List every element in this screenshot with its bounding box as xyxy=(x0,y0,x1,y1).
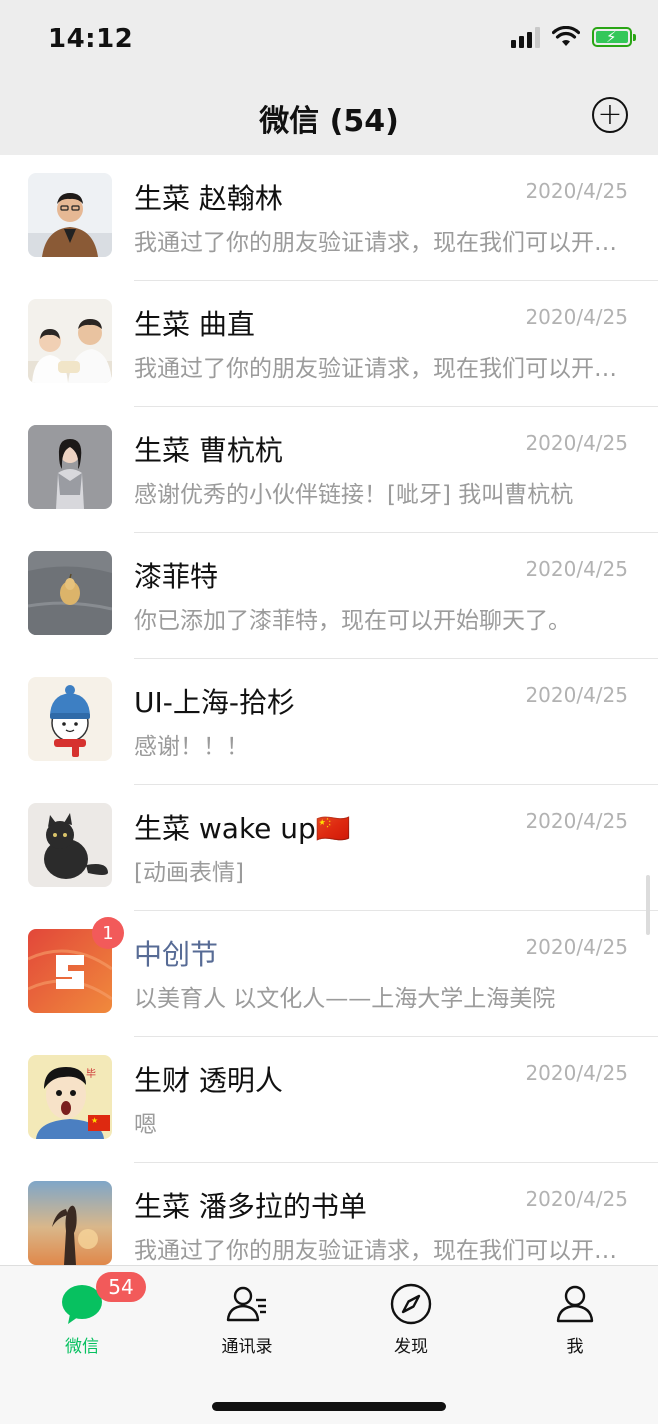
avatar xyxy=(28,803,112,887)
chat-name: UI-上海-拾杉 xyxy=(134,686,295,719)
unread-badge: 1 xyxy=(92,917,124,949)
chat-preview: 感谢！！！ xyxy=(134,734,249,760)
avatar xyxy=(28,677,112,761)
scrollbar[interactable] xyxy=(646,875,650,935)
wifi-icon xyxy=(552,26,580,46)
chat-preview: 感谢优秀的小伙伴链接！[呲牙] 我叫曹杭杭 xyxy=(134,482,574,508)
status-time: 14:12 xyxy=(48,24,134,54)
chat-date: 2020/4/25 xyxy=(525,1187,628,1211)
chat-name: 生菜 曲直 xyxy=(134,308,255,341)
chat-date: 2020/4/25 xyxy=(525,557,628,581)
plus-circle-icon[interactable]: + xyxy=(592,97,628,133)
chat-item[interactable]: 生菜 曲直 2020/4/25 我通过了你的朋友验证请求，现在我们可以开始聊天了 xyxy=(0,281,658,407)
chat-preview: [动画表情] xyxy=(134,860,244,886)
person-icon xyxy=(556,1285,594,1323)
chat-date: 2020/4/25 xyxy=(525,1061,628,1085)
chat-name: 中创节 xyxy=(134,938,219,971)
chat-date: 2020/4/25 xyxy=(525,809,628,833)
avatar xyxy=(28,173,112,257)
avatar: ★ 毕 xyxy=(28,1055,112,1139)
svg-text:毕: 毕 xyxy=(86,1067,96,1080)
svg-text:★: ★ xyxy=(91,1116,98,1125)
chat-name: 生菜 赵翰林 xyxy=(134,182,283,215)
tab-label: 发现 xyxy=(394,1337,428,1357)
tab-bar: 微信 54 通讯录 发现 我 xyxy=(0,1265,658,1424)
chat-preview: 你已添加了漆菲特，现在可以开始聊天了。 xyxy=(134,608,571,634)
chat-item[interactable]: 生菜 曹杭杭 2020/4/25 感谢优秀的小伙伴链接！[呲牙] 我叫曹杭杭 xyxy=(0,407,658,533)
battery-icon: ⚡ xyxy=(592,27,636,47)
chat-preview: 嗯 xyxy=(134,1112,157,1138)
top-bar: 14:12 ⚡ 微信 (54) + xyxy=(0,0,658,155)
chat-name: 生菜 曹杭杭 xyxy=(134,434,283,467)
chat-preview: 我通过了你的朋友验证请求，现在我们可以开始聊天了 xyxy=(134,230,624,256)
chat-item[interactable]: 生菜 wake up🇨🇳 2020/4/25 [动画表情] xyxy=(0,785,658,911)
cellular-signal-icon xyxy=(511,26,540,48)
page-title: 微信 (54) xyxy=(259,104,399,139)
tab-discover[interactable]: 发现 xyxy=(361,1282,461,1362)
chat-item[interactable]: 生菜 赵翰林 2020/4/25 我通过了你的朋友验证请求，现在我们可以开始聊天… xyxy=(0,155,658,281)
avatar xyxy=(28,425,112,509)
chat-date: 2020/4/25 xyxy=(525,179,628,203)
chat-item[interactable]: 生菜 潘多拉的书单 2020/4/25 我通过了你的朋友验证请求，现在我们可以开… xyxy=(0,1163,658,1265)
chat-preview: 我通过了你的朋友验证请求，现在我们可以开始聊天了 xyxy=(134,1238,624,1264)
avatar xyxy=(28,1181,112,1265)
contacts-icon xyxy=(226,1286,266,1322)
status-icons: ⚡ xyxy=(511,26,636,48)
tab-label: 通讯录 xyxy=(221,1337,273,1357)
avatar xyxy=(28,551,112,635)
chat-name: 生菜 wake up🇨🇳 xyxy=(134,812,351,845)
compass-icon xyxy=(390,1283,432,1325)
chat-date: 2020/4/25 xyxy=(525,305,628,329)
tab-me[interactable]: 我 xyxy=(525,1282,625,1362)
chat-item[interactable]: ★ 毕 生财 透明人 2020/4/25 嗯 xyxy=(0,1037,658,1163)
chat-list: 生菜 赵翰林 2020/4/25 我通过了你的朋友验证请求，现在我们可以开始聊天… xyxy=(0,155,658,1265)
chat-item[interactable]: 1 中创节 2020/4/25 以美育人 以文化人——上海大学上海美院 xyxy=(0,911,658,1037)
avatar xyxy=(28,299,112,383)
tab-contacts[interactable]: 通讯录 xyxy=(197,1282,297,1362)
tab-label: 我 xyxy=(566,1337,584,1357)
tab-label: 微信 xyxy=(65,1337,99,1357)
chat-date: 2020/4/25 xyxy=(525,935,628,959)
chat-preview: 我通过了你的朋友验证请求，现在我们可以开始聊天了 xyxy=(134,356,624,382)
home-indicator xyxy=(212,1402,446,1411)
chat-date: 2020/4/25 xyxy=(525,431,628,455)
chat-name: 生财 透明人 xyxy=(134,1064,283,1097)
chat-name: 生菜 潘多拉的书单 xyxy=(134,1190,367,1223)
chat-item[interactable]: 漆菲特 2020/4/25 你已添加了漆菲特，现在可以开始聊天了。 xyxy=(0,533,658,659)
chat-name: 漆菲特 xyxy=(134,560,219,593)
chat-preview: 以美育人 以文化人——上海大学上海美院 xyxy=(134,986,556,1012)
tab-unread-badge: 54 xyxy=(96,1272,146,1302)
chat-item[interactable]: UI-上海-拾杉 2020/4/25 感谢！！！ xyxy=(0,659,658,785)
chat-date: 2020/4/25 xyxy=(525,683,628,707)
